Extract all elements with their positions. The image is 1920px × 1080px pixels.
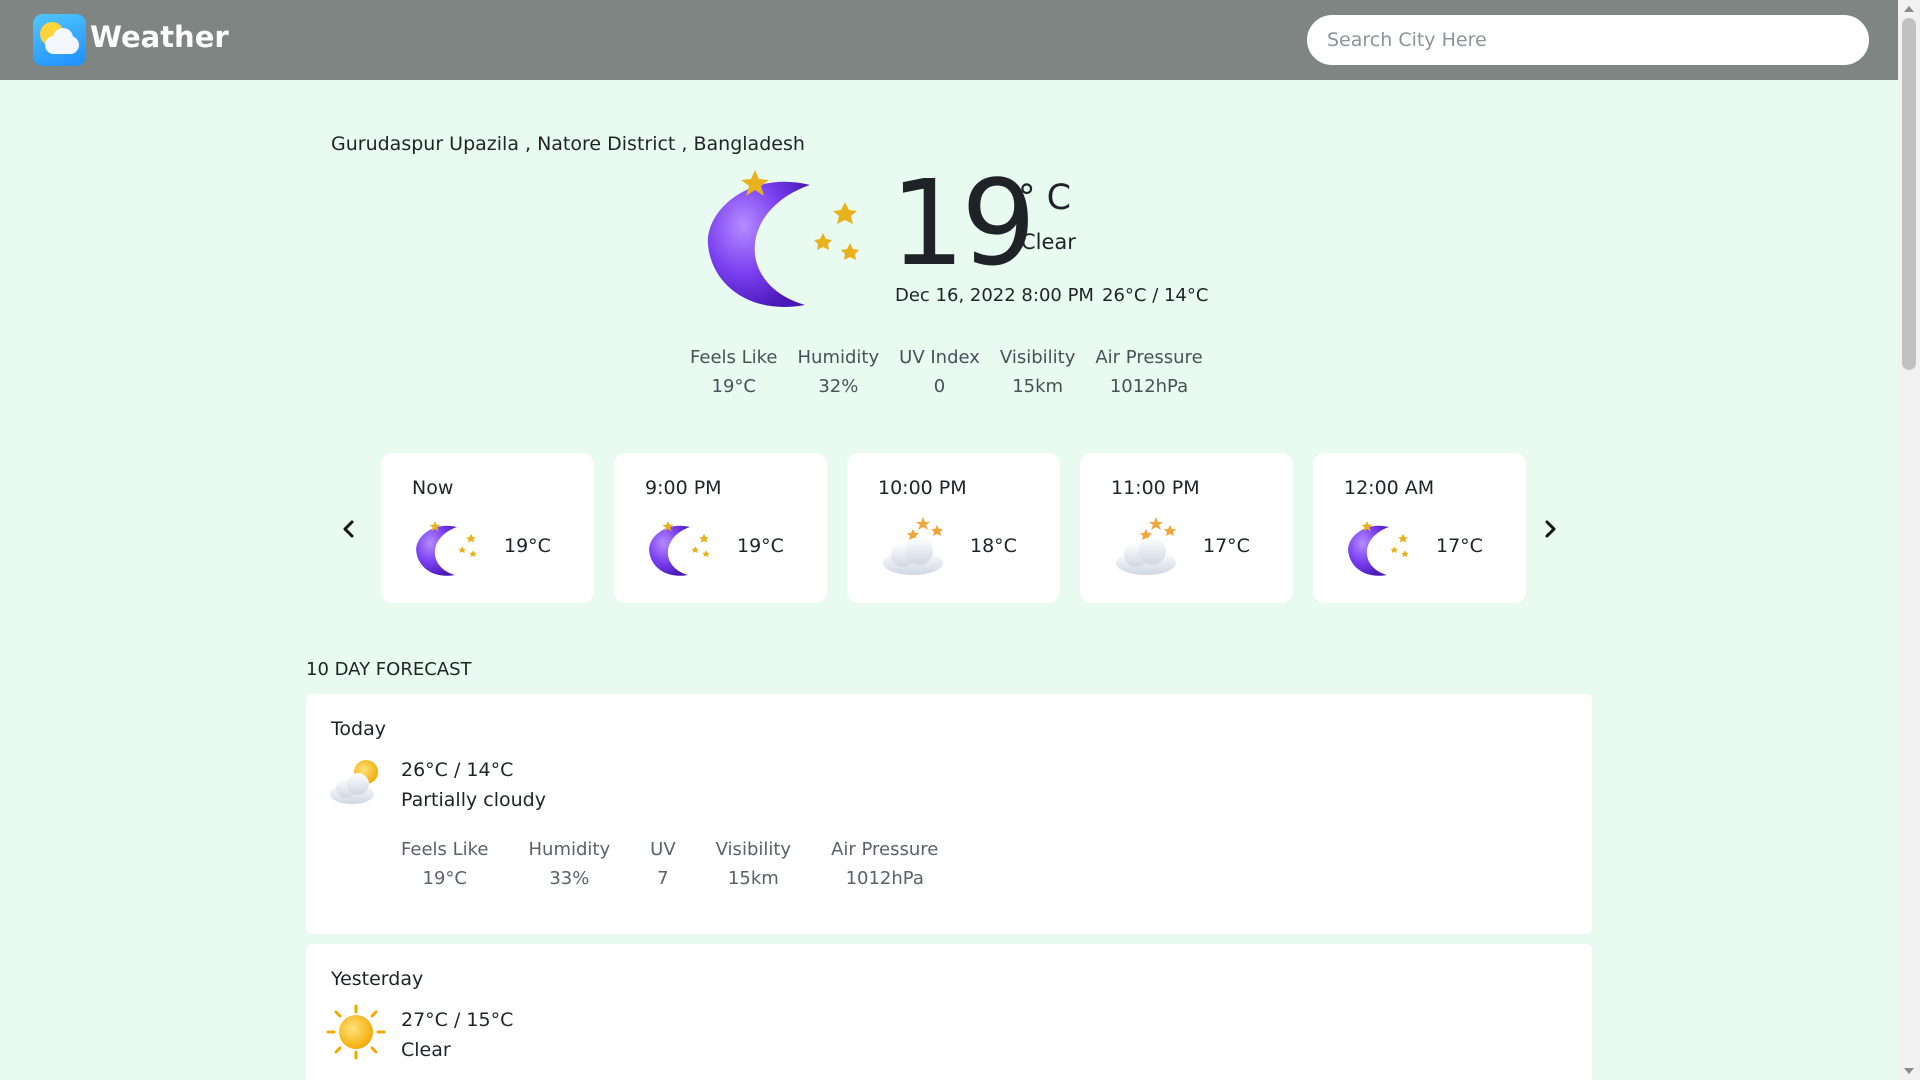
top-bar: Weather <box>0 0 1898 80</box>
stat-value: 1012hPa <box>1109 376 1189 397</box>
hourly-next-button[interactable] <box>1539 518 1561 540</box>
stat-humidity: Humidity 32% <box>798 347 880 397</box>
partly-cloudy-icon <box>326 754 386 810</box>
stat-label: Humidity <box>528 839 611 860</box>
stat-uv-index: UV Index 0 <box>899 347 980 397</box>
forecast-stat-uv: UV 7 <box>650 839 676 889</box>
forecast-day-card[interactable]: Yesterday 27°C / 15°C Clear <box>306 944 1592 1080</box>
weather-app-logo-icon[interactable] <box>33 14 86 66</box>
stat-value: 32% <box>818 376 859 397</box>
stat-value: 0 <box>933 376 946 397</box>
forecast-title: 10 DAY FORECAST <box>306 659 472 680</box>
forecast-high-low: 27°C / 15°C <box>401 1009 514 1031</box>
forecast-stat-air-pressure: Air Pressure 1012hPa <box>831 839 938 889</box>
forecast-stat-visibility: Visibility 15km <box>716 839 791 889</box>
moon-stars-icon <box>416 521 477 576</box>
app-title[interactable]: Weather <box>90 20 229 54</box>
forecast-stat-humidity: Humidity 33% <box>529 839 611 889</box>
forecast-condition: Partially cloudy <box>401 789 546 811</box>
current-stats: Feels Like 19°C Humidity 32% UV Index 0 … <box>690 347 1223 397</box>
hourly-temp: 17°C <box>1436 535 1483 557</box>
search-input[interactable] <box>1307 15 1869 65</box>
stat-label: Air Pressure <box>831 839 939 860</box>
forecast-condition: Clear <box>401 1039 451 1061</box>
forecast-stat-feels-like: Feels Like 19°C <box>401 839 489 889</box>
current-high-low: 26°C / 14°C <box>1102 285 1209 306</box>
stat-value: 19°C <box>711 376 756 397</box>
hourly-forecast: Now 19°C 9:00 PM 19°C 10:00 PM 18°C 11:0… <box>381 453 1526 603</box>
temperature-unit: ° C <box>1018 178 1072 218</box>
forecast-high-low: 26°C / 14°C <box>401 759 514 781</box>
stat-label: UV <box>650 839 676 860</box>
hourly-card[interactable]: 9:00 PM 19°C <box>614 453 827 603</box>
moon-stars-icon <box>690 165 870 315</box>
stat-value: 19°C <box>422 868 467 889</box>
sun-icon <box>326 1004 386 1060</box>
current-temperature: 19 <box>890 154 1036 292</box>
hourly-time: 10:00 PM <box>878 477 967 499</box>
scroll-up-arrow-icon[interactable] <box>1904 6 1914 12</box>
hourly-card[interactable]: 10:00 PM 18°C <box>847 453 1060 603</box>
stat-label: Feels Like <box>401 839 489 860</box>
stat-label: Feels Like <box>690 347 778 368</box>
stat-label: Humidity <box>797 347 880 368</box>
stat-value: 7 <box>657 868 669 889</box>
current-condition: Clear <box>1021 230 1076 254</box>
hourly-time: Now <box>412 477 454 499</box>
hourly-time: 9:00 PM <box>645 477 722 499</box>
hourly-temp: 18°C <box>970 535 1017 557</box>
stat-value: 15km <box>727 868 779 889</box>
stat-air-pressure: Air Pressure 1012hPa <box>1095 347 1202 397</box>
vertical-scrollbar[interactable] <box>1898 0 1920 1080</box>
hourly-temp: 17°C <box>1203 535 1250 557</box>
stat-label: Visibility <box>999 347 1076 368</box>
stat-visibility: Visibility 15km <box>1000 347 1075 397</box>
stat-value: 1012hPa <box>845 868 924 889</box>
forecast-stats: Feels Like 19°C Humidity 33% UV 7 Visibi… <box>401 839 978 889</box>
current-datetime: Dec 16, 2022 8:00 PM <box>895 285 1094 306</box>
stat-value: 15km <box>1012 376 1064 397</box>
hourly-temp: 19°C <box>737 535 784 557</box>
cloud-stars-icon <box>1108 515 1180 579</box>
hourly-temp: 19°C <box>504 535 551 557</box>
hourly-card[interactable]: Now 19°C <box>381 453 594 603</box>
scrollbar-thumb[interactable] <box>1902 18 1916 370</box>
location-name: Gurudaspur Upazila , Natore District , B… <box>331 133 805 155</box>
forecast-day-card[interactable]: Today 26°C / 14°C Partially cloudy Feels… <box>306 694 1592 934</box>
moon-stars-icon <box>1348 521 1409 576</box>
scroll-down-arrow-icon[interactable] <box>1904 1068 1914 1074</box>
stat-value: 33% <box>549 868 590 889</box>
hourly-card[interactable]: 12:00 AM 17°C <box>1313 453 1526 603</box>
cloud-stars-icon <box>875 515 947 579</box>
moon-stars-icon <box>649 521 710 576</box>
hourly-card[interactable]: 11:00 PM 17°C <box>1080 453 1293 603</box>
stat-label: Visibility <box>715 839 792 860</box>
chevron-right-icon <box>1545 520 1556 538</box>
chevron-left-icon <box>343 520 354 538</box>
forecast-day-label: Today <box>331 718 386 740</box>
hourly-prev-button[interactable] <box>338 518 360 540</box>
stat-feels-like: Feels Like 19°C <box>690 347 778 397</box>
hourly-time: 12:00 AM <box>1344 477 1435 499</box>
hourly-time: 11:00 PM <box>1111 477 1200 499</box>
stat-label: UV Index <box>899 347 980 368</box>
stat-label: Air Pressure <box>1095 347 1203 368</box>
forecast-day-label: Yesterday <box>331 968 424 990</box>
